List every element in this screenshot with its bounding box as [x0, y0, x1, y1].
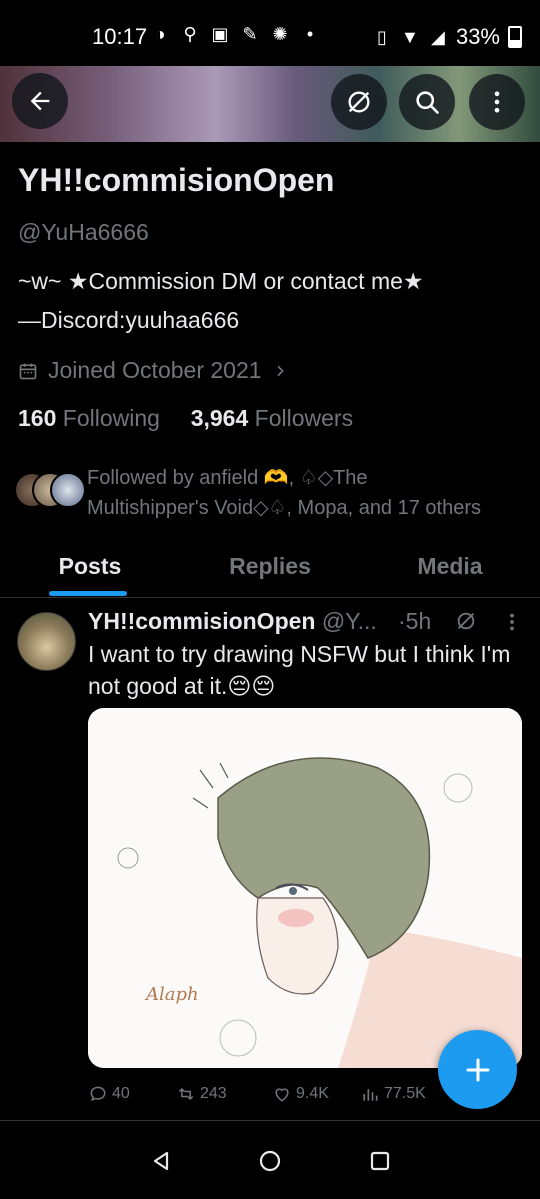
heart-icon [275, 1088, 289, 1102]
joined-date: Joined October 2021 [48, 357, 262, 383]
reply-button[interactable]: 40 [88, 1084, 130, 1104]
square-recents-icon [370, 1151, 390, 1171]
search-icon [416, 91, 439, 114]
post-author-handle[interactable]: @Y... [322, 608, 377, 634]
search-button[interactable] [399, 74, 455, 130]
plus-icon [466, 1058, 489, 1081]
location-icon: ⚲ [183, 24, 197, 44]
calendar-icon [19, 363, 37, 379]
grok-button[interactable] [331, 74, 387, 130]
profile-banner[interactable] [0, 66, 540, 142]
repost-count: 243 [200, 1085, 227, 1102]
avatar [50, 472, 86, 508]
like-count: 9.4K [296, 1085, 329, 1102]
post-header: YH!!commisionOpen @Y... [88, 608, 377, 635]
profile-tabs: Posts Replies Media [0, 535, 540, 598]
wifi-icon: ▼ [401, 27, 419, 47]
system-icons: ▯ ▼ ◢ 33% [372, 24, 522, 50]
battery-percent: 33% [455, 24, 500, 49]
following-link[interactable]: 160 Following [18, 405, 166, 431]
dot-icon: • [306, 24, 314, 44]
notification-icons: ◑ ⚲ ▣ ✎ ✺ • [150, 24, 320, 44]
profile-handle: @YuHa6666 [18, 219, 149, 245]
reply-icon [90, 1086, 106, 1102]
battery-icon [508, 26, 522, 48]
active-tab-indicator [49, 591, 127, 596]
profile-bio-line2: —Discord:yuuhaa666 [18, 307, 240, 333]
status-bar: 10:17 ◑ ⚲ ▣ ✎ ✺ • ▯ ▼ ◢ 33% [0, 0, 540, 66]
artist-signature: Alaph [144, 984, 199, 1005]
post-text: I want to try drawing NSFW but I think I… [88, 641, 511, 699]
follow-stats: 160 Following 3,964 Followers [18, 405, 353, 432]
followers-link[interactable]: 3,964 Followers [191, 405, 353, 431]
arrow-left-icon [30, 91, 50, 111]
follower-avatars [14, 472, 86, 508]
followers-label: Followers [254, 405, 354, 431]
circle-home-icon [259, 1150, 281, 1172]
following-label: Following [62, 405, 160, 431]
compose-post-button[interactable] [438, 1030, 517, 1109]
nav-home-button[interactable] [255, 1146, 285, 1176]
status-time: 10:17 [92, 24, 148, 49]
tab-replies[interactable]: Replies [180, 535, 360, 597]
chevron-right-icon [276, 365, 284, 376]
avatar[interactable] [17, 612, 76, 671]
post-timestamp: ·5h [398, 608, 432, 634]
reply-count: 40 [112, 1085, 130, 1102]
profile-display-name: YH!!commisionOpen [18, 162, 335, 198]
more-vertical-icon [494, 91, 500, 113]
app-notification-icon: ◑ [154, 24, 166, 44]
grok-icon[interactable] [455, 610, 477, 632]
more-vertical-icon[interactable] [504, 611, 520, 633]
app-notification-icon: ▣ [211, 24, 229, 44]
back-button[interactable] [12, 73, 68, 129]
view-count: 77.5K [384, 1085, 426, 1102]
grok-icon [348, 91, 370, 113]
profile-bio-line1: ~w~ ★Commission DM or contact me★ [18, 268, 424, 294]
followed-by-row[interactable]: Followed by anfield 🫶, ♤◇The Multishippe… [14, 462, 522, 519]
artwork-illustration: Alaph [88, 708, 522, 1068]
nav-back-button[interactable] [146, 1146, 176, 1176]
more-button[interactable] [469, 74, 525, 130]
post-image[interactable]: Alaph [88, 708, 522, 1068]
following-count: 160 [18, 405, 57, 431]
followed-by-text: Followed by anfield 🫶, ♤◇The Multishippe… [87, 467, 482, 519]
repost-icon [178, 1087, 194, 1101]
system-nav-bar [0, 1121, 540, 1199]
tab-posts[interactable]: Posts [0, 535, 180, 597]
followers-count: 3,964 [190, 405, 249, 431]
signal-icon: ◢ [431, 27, 445, 47]
triangle-back-icon [153, 1151, 169, 1171]
views-button[interactable]: 77.5K [360, 1084, 426, 1104]
repost-button[interactable]: 243 [176, 1084, 227, 1104]
nav-recents-button[interactable] [365, 1146, 395, 1176]
app-notification-icon: ✺ [272, 24, 288, 44]
views-icon [363, 1089, 378, 1101]
app-notification-icon: ✎ [242, 24, 258, 44]
post-author-name[interactable]: YH!!commisionOpen [88, 608, 315, 634]
joined-date-row[interactable]: Joined October 2021 [18, 357, 288, 384]
like-button[interactable]: 9.4K [272, 1084, 329, 1104]
vibrate-icon: ▯ [377, 27, 387, 47]
tab-media[interactable]: Media [360, 535, 540, 597]
